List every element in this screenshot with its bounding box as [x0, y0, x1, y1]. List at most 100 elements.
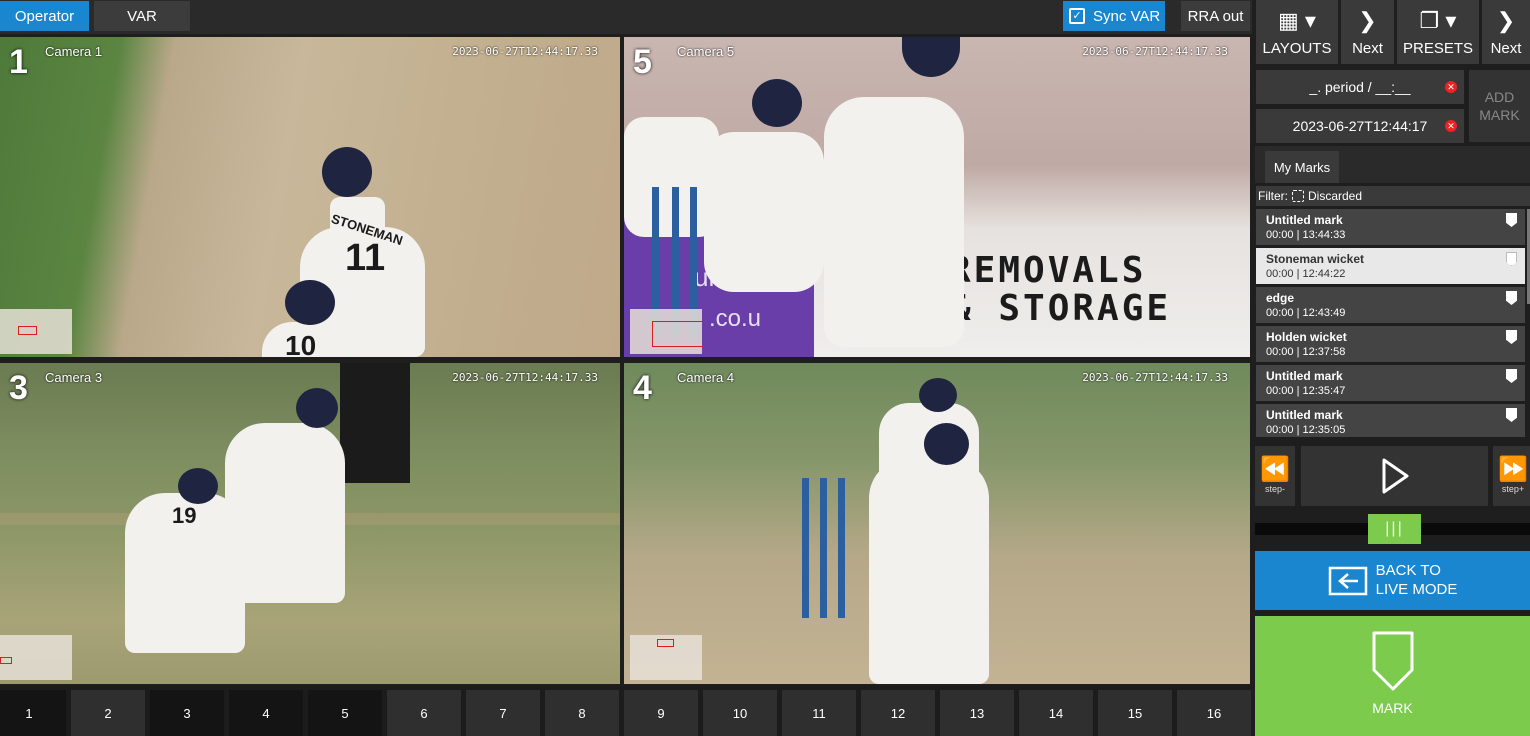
list-item[interactable]: Untitled mark 00:00 | 12:35:47	[1256, 365, 1525, 401]
list-item[interactable]: Stoneman wicket 00:00 | 12:44:22	[1256, 248, 1525, 284]
mark-name: edge	[1266, 291, 1295, 305]
keeper-helmet	[752, 79, 802, 127]
filter-row: Filter: Discarded	[1256, 186, 1530, 206]
time-value: 2023-06-27T12:44:17	[1292, 118, 1428, 134]
preset-button-16[interactable]: 16	[1177, 690, 1251, 736]
preset-button-6[interactable]: 6	[387, 690, 461, 736]
list-item[interactable]: Holden wicket 00:00 | 12:37:58	[1256, 326, 1525, 362]
minimap[interactable]	[630, 635, 702, 680]
stump	[838, 478, 845, 618]
next-preset-button[interactable]: ❯ Next	[1482, 0, 1530, 64]
preset-button-3[interactable]: 3	[150, 690, 224, 736]
presets-label: PRESETS	[1402, 40, 1474, 57]
step-forward-label: step+	[1501, 484, 1525, 494]
step-back-button[interactable]: ⏪ step-	[1255, 446, 1295, 506]
next-layout-button[interactable]: ❯ Next	[1341, 0, 1394, 64]
preset-button-1[interactable]: 1	[0, 690, 66, 736]
batsman-helmet	[296, 388, 338, 428]
clear-icon[interactable]: ✕	[1445, 120, 1457, 132]
step-forward-icon: ⏩	[1498, 456, 1528, 483]
camera-name: Camera 3	[45, 370, 103, 385]
preset-button-14[interactable]: 14	[1019, 690, 1093, 736]
clear-icon[interactable]: ✕	[1445, 81, 1457, 93]
step-back-label: step-	[1264, 484, 1285, 494]
preset-button-13[interactable]: 13	[940, 690, 1014, 736]
preset-button-2[interactable]: 2	[71, 690, 145, 736]
preset-button-8[interactable]: 8	[545, 690, 619, 736]
list-item[interactable]: Untitled mark 00:00 | 13:44:33	[1256, 209, 1525, 245]
discarded-checkbox[interactable]	[1292, 190, 1304, 202]
preset-button-7[interactable]: 7	[466, 690, 540, 736]
keeper-helmet	[285, 280, 335, 325]
camera-tile-5[interactable]: urance .co.u REMOVALS & STORAGE 5 Camera…	[624, 37, 1250, 357]
tab-my-marks[interactable]: My Marks	[1265, 151, 1339, 183]
step-back-icon: ⏪	[1260, 456, 1290, 483]
back-to-live-label: BACK TO LIVE MODE	[1376, 562, 1458, 600]
mark-time: 00:00 | 12:37:58	[1266, 346, 1346, 358]
list-item[interactable]: edge 00:00 | 12:43:49	[1256, 287, 1525, 323]
sync-var-label: Sync VAR	[1093, 7, 1161, 25]
camera-tile-3[interactable]: 19 3 Camera 3 2023-06-27T12:44:17.33	[0, 363, 620, 684]
preset-button-5[interactable]: 5	[308, 690, 382, 736]
mark-name: Untitled mark	[1266, 408, 1343, 422]
right-control-panel: ▦ ▾ LAYOUTS ❯ Next ❐ ▾ PRESETS ❯ Next _.…	[1252, 0, 1530, 736]
camera-name: Camera 5	[677, 44, 735, 59]
camera-name: Camera 1	[45, 44, 103, 59]
operator-mode-button[interactable]: Operator	[0, 1, 89, 31]
var-mode-button[interactable]: VAR	[94, 1, 190, 31]
preset-button-4[interactable]: 4	[229, 690, 303, 736]
batsman-figure	[824, 97, 964, 347]
sync-var-toggle[interactable]: ✓ Sync VAR	[1063, 1, 1165, 31]
discarded-label: Discarded	[1308, 189, 1363, 203]
chevron-right-icon: ❯	[1496, 8, 1516, 33]
preset-button-12[interactable]: 12	[861, 690, 935, 736]
minimap[interactable]	[0, 309, 72, 354]
stump	[820, 478, 827, 618]
rra-out-button[interactable]: RRA out	[1181, 1, 1250, 31]
layout-grid-icon: ▦ ▾	[1278, 8, 1316, 33]
keeper-figure	[704, 132, 824, 292]
camera-tile-4[interactable]: 4 Camera 4 2023-06-27T12:44:17.33	[624, 363, 1250, 684]
preset-button-11[interactable]: 11	[782, 690, 856, 736]
tile-number: 5	[633, 43, 652, 81]
camera-name: Camera 4	[677, 370, 735, 385]
back-to-live-button[interactable]: BACK TO LIVE MODE	[1255, 551, 1530, 610]
banner-line: REMOVALS	[949, 250, 1147, 291]
play-button[interactable]	[1301, 446, 1488, 506]
mark-flag-icon	[1372, 631, 1413, 691]
minimap[interactable]	[0, 635, 72, 680]
tile-number: 1	[9, 43, 28, 81]
sponsor-url: .co.u	[709, 305, 762, 332]
preset-button-9[interactable]: 9	[624, 690, 698, 736]
minimap[interactable]	[630, 309, 704, 354]
chevron-right-icon: ❯	[1358, 8, 1377, 33]
top-bar: Operator VAR ✓ Sync VAR RRA out	[0, 0, 1252, 34]
presets-button[interactable]: ❐ ▾ PRESETS	[1397, 0, 1479, 64]
label-line: LIVE MODE	[1375, 580, 1458, 598]
mark-name: Holden wicket	[1266, 330, 1347, 344]
camera-tile-1[interactable]: STONEMAN 11 10 1 Camera 1 2023-06-27T12:…	[0, 37, 620, 357]
play-icon	[1382, 458, 1408, 494]
timestamp: 2023-06-27T12:44:17.33	[1082, 371, 1228, 384]
layouts-button[interactable]: ▦ ▾ LAYOUTS	[1256, 0, 1338, 64]
var-operator-app: Operator VAR ✓ Sync VAR RRA out STONEMAN…	[0, 0, 1530, 736]
tile-number: 4	[633, 369, 652, 407]
next-label: Next	[1490, 40, 1522, 57]
scrub-handle[interactable]: |||	[1368, 514, 1421, 544]
banner-line: & STORAGE	[949, 287, 1172, 329]
timestamp: 2023-06-27T12:44:17.33	[452, 45, 598, 58]
step-forward-button[interactable]: ⏩ step+	[1493, 446, 1530, 506]
add-mark-button[interactable]: ADD MARK	[1469, 70, 1530, 142]
mark-button[interactable]: MARK	[1255, 616, 1530, 736]
shirt-number: 19	[172, 503, 197, 528]
umpire-figure	[340, 363, 410, 483]
period-field[interactable]: _. period / __:__ ✕	[1256, 70, 1464, 104]
marks-tab-bar: My Marks	[1255, 146, 1530, 183]
mark-time: 00:00 | 12:44:22	[1266, 268, 1346, 280]
preset-button-15[interactable]: 15	[1098, 690, 1172, 736]
mark-name: Untitled mark	[1266, 213, 1343, 227]
preset-button-10[interactable]: 10	[703, 690, 777, 736]
time-field[interactable]: 2023-06-27T12:44:17 ✕	[1256, 109, 1464, 143]
list-item[interactable]: Untitled mark 00:00 | 12:35:05	[1256, 404, 1525, 437]
mark-label: MARK	[1372, 700, 1413, 716]
